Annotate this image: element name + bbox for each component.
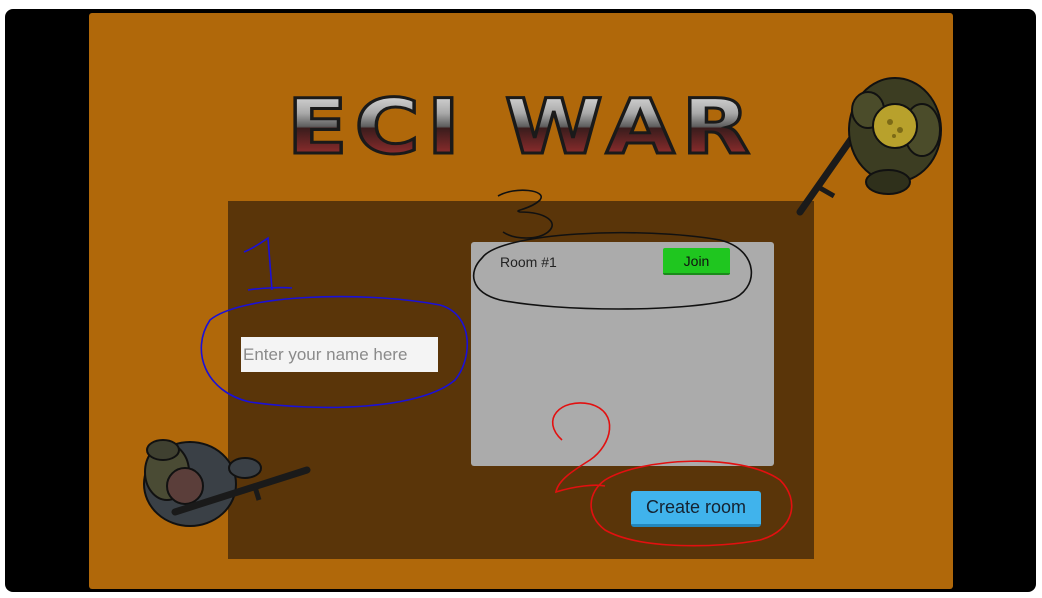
join-room-button[interactable]: Join — [663, 248, 730, 275]
create-room-button[interactable]: Create room — [631, 491, 761, 527]
game-title-text: ECI WAR — [287, 95, 757, 161]
soldier-sprite-bottom-left — [143, 439, 311, 527]
player-name-input[interactable] — [241, 337, 438, 372]
game-title-logo: ECI WAR — [286, 95, 757, 161]
room-list[interactable]: Room #1 Join — [471, 242, 774, 466]
soldier-sprite-top-right — [796, 77, 942, 216]
room-name: Room #1 — [500, 254, 557, 270]
